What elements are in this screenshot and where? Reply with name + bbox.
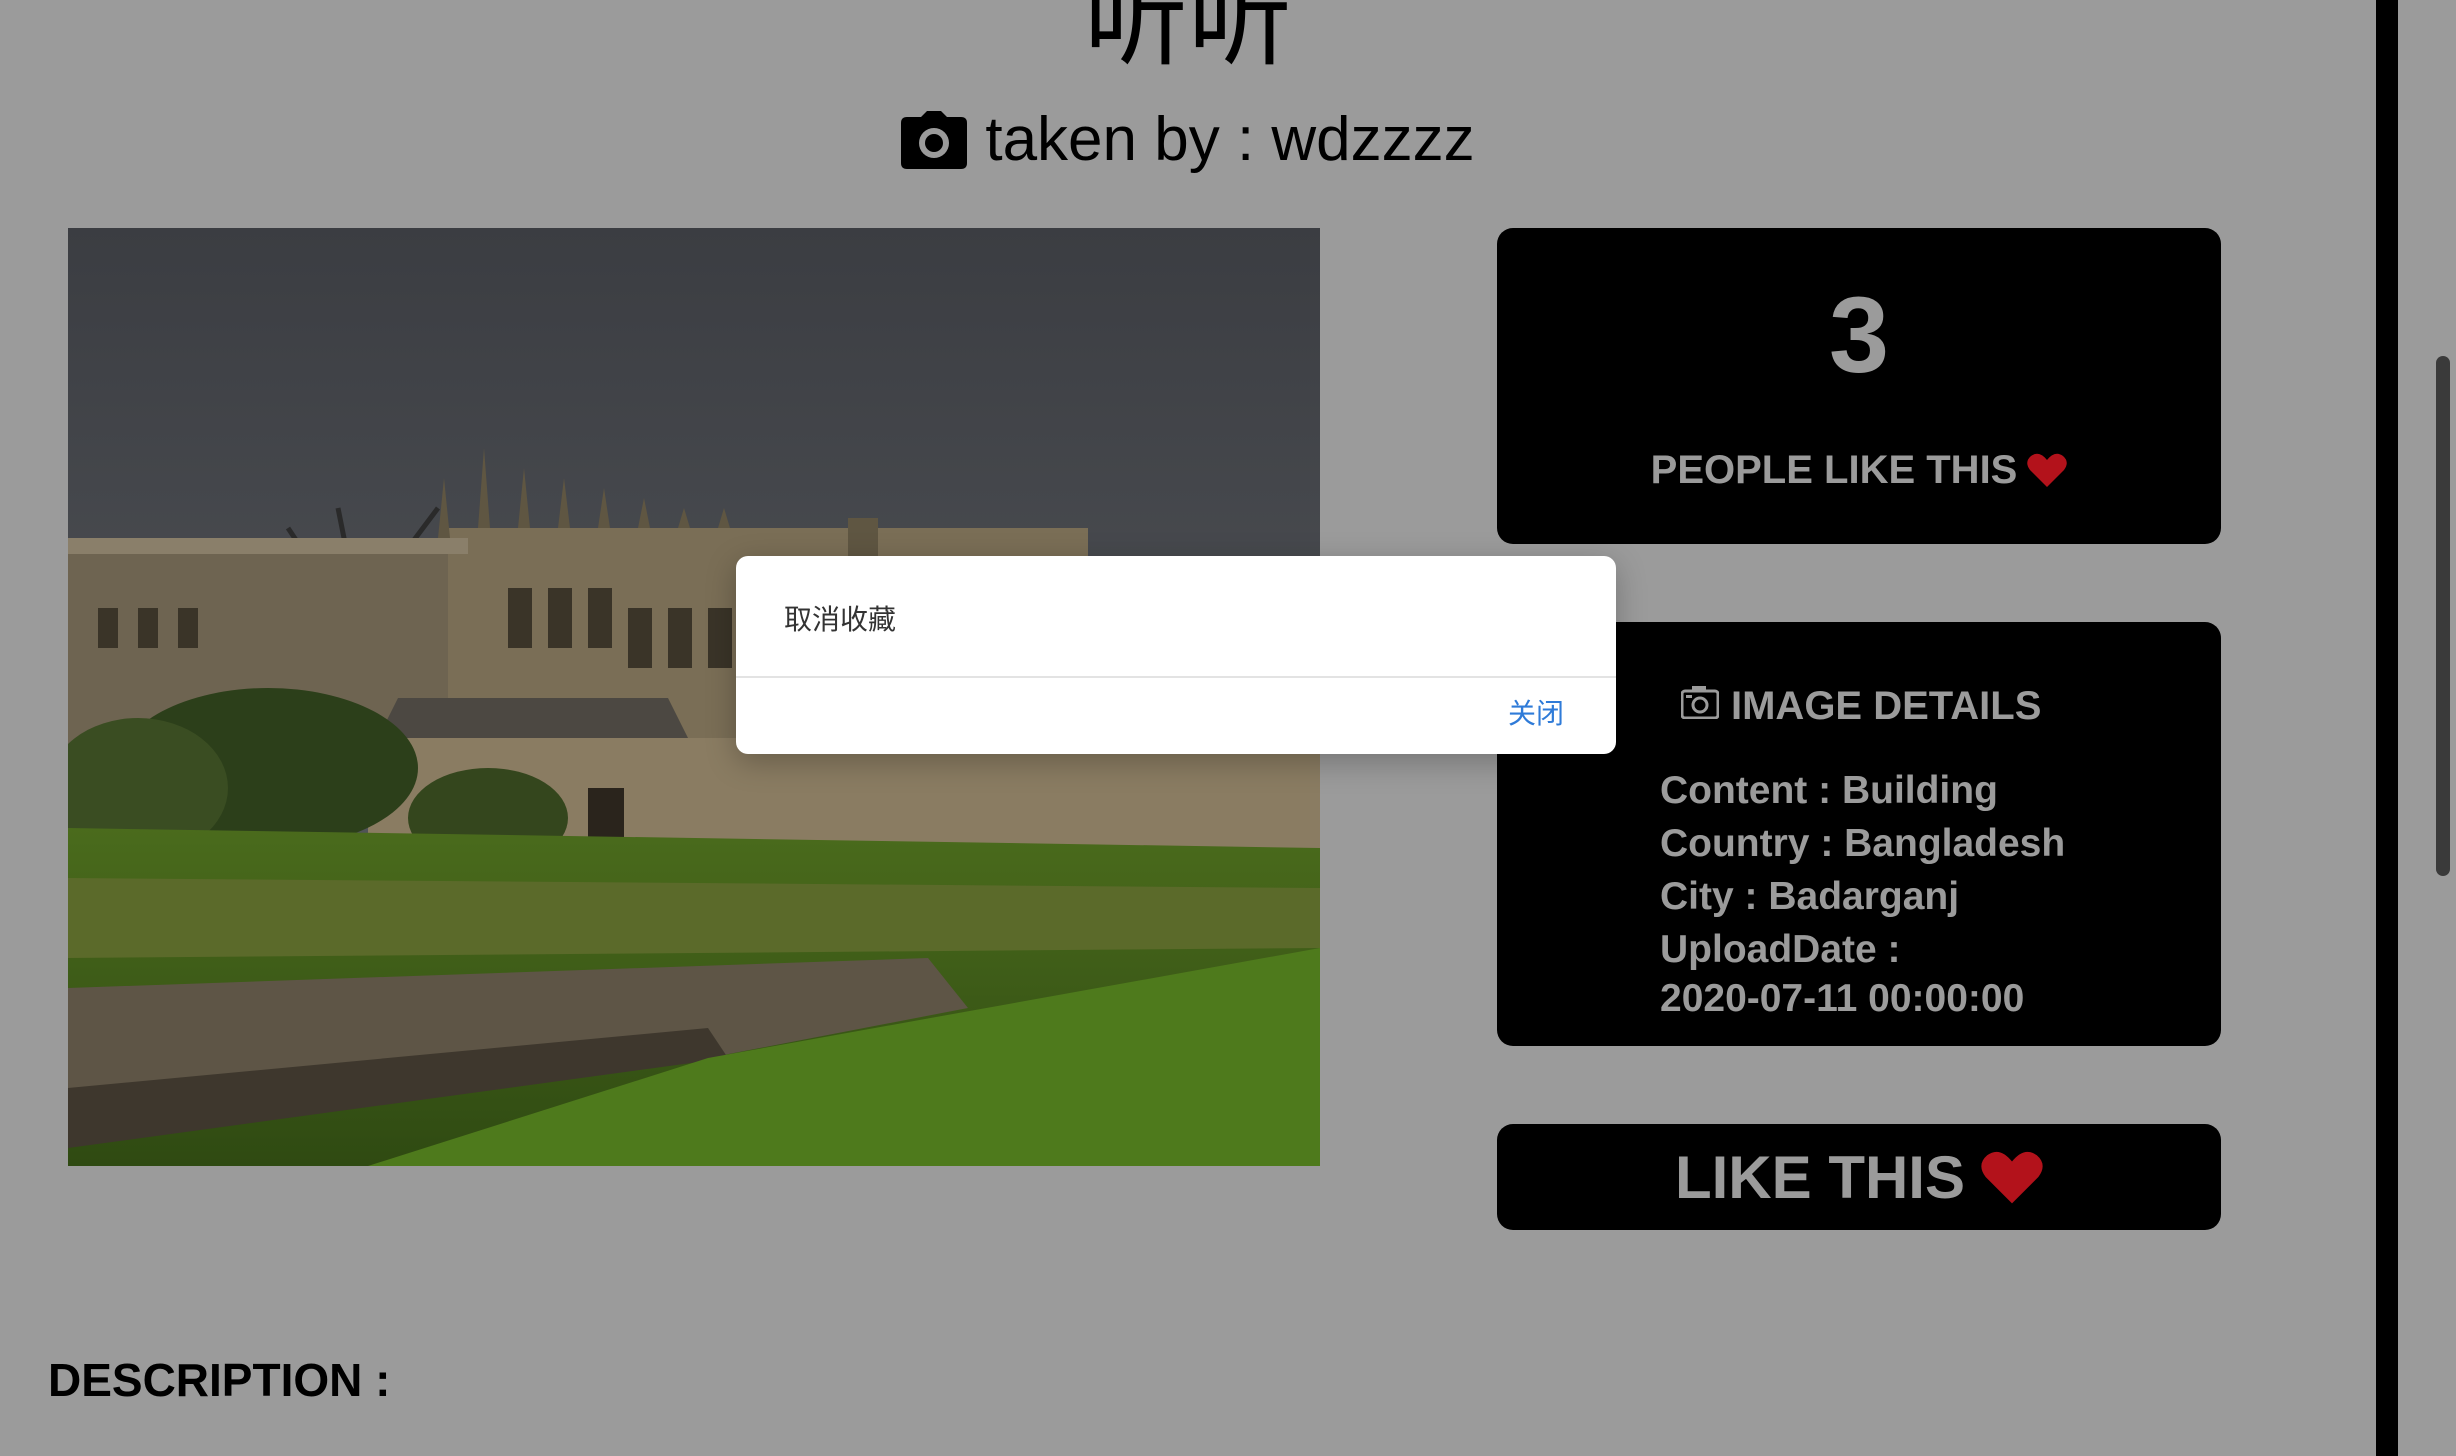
alert-dialog: 取消收藏 关闭 (736, 556, 1616, 754)
photographer-line: taken by : wdzzzz (0, 100, 2376, 180)
dialog-close-button[interactable]: 关闭 (1508, 694, 1564, 734)
heart-icon (1981, 1149, 2043, 1205)
detail-city: City : Badarganj (1660, 875, 1960, 918)
photo-title: 听听 (1083, 0, 1292, 81)
photo-detail-page: 听听 taken by : wdzzzz 3 PEOPLE LIKE THIS … (0, 0, 2456, 1456)
dialog-divider (736, 676, 1616, 678)
scrollbar-thumb[interactable] (2436, 356, 2450, 876)
image-details-heading: IMAGE DETAILS (1680, 676, 2042, 736)
likes-label-row: PEOPLE LIKE THIS (1497, 440, 2221, 500)
image-details-list: Content : Building Country : Bangladesh … (1660, 764, 2065, 1022)
detail-upload-date-value: 2020-07-11 00:00:00 (1660, 977, 2025, 1020)
likes-label: PEOPLE LIKE THIS (1650, 448, 2018, 492)
detail-upload-date-label: UploadDate : (1660, 928, 1901, 971)
dialog-message: 取消收藏 (784, 603, 897, 636)
page-edge-divider (2376, 0, 2398, 1456)
photo-frame-icon (1680, 676, 1720, 736)
like-this-button[interactable]: LIKE THIS (1497, 1124, 2221, 1230)
image-details-title: IMAGE DETAILS (1731, 684, 2042, 728)
description-label: DESCRIPTION : (48, 1354, 391, 1406)
likes-panel: 3 PEOPLE LIKE THIS (1497, 228, 2221, 544)
photographer-name: taken by : wdzzzz (985, 105, 1475, 174)
heart-icon (2027, 452, 2068, 488)
like-this-label: LIKE THIS (1674, 1143, 1965, 1211)
likes-count: 3 (1828, 274, 1890, 395)
detail-content: Content : Building (1660, 769, 1998, 812)
detail-country: Country : Bangladesh (1660, 822, 2066, 865)
camera-icon (901, 111, 968, 169)
